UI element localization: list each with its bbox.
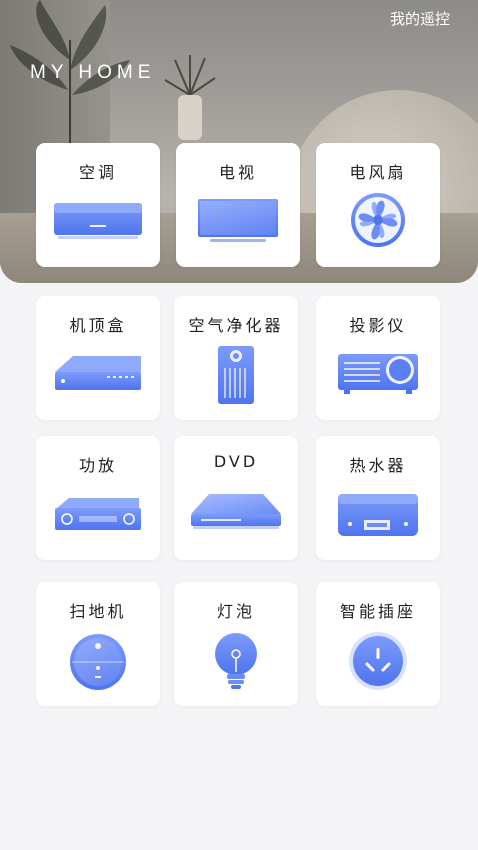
page-title: MY HOME — [30, 62, 156, 83]
device-label: 投影仪 — [349, 316, 407, 335]
device-card-fan[interactable]: 电风扇 — [316, 143, 440, 267]
air-conditioner-icon — [54, 203, 142, 239]
smart-socket-icon — [349, 632, 407, 690]
device-card-tv[interactable]: 电视 — [176, 143, 300, 267]
device-label: 灯泡 — [216, 602, 255, 621]
device-label: 电风扇 — [349, 163, 407, 182]
device-card-set-top-box[interactable]: 机顶盒 — [36, 296, 160, 420]
water-heater-icon — [338, 494, 418, 536]
device-label: 机顶盒 — [69, 316, 127, 335]
device-card-dvd[interactable]: DVD — [174, 436, 298, 560]
device-card-robot-vacuum[interactable]: 扫地机 — [36, 582, 160, 706]
projector-icon — [338, 354, 418, 394]
device-label: 空气净化器 — [188, 316, 284, 335]
tv-icon — [198, 199, 278, 242]
device-label: 功放 — [78, 456, 117, 475]
air-purifier-icon — [218, 346, 254, 404]
my-remote-link[interactable]: 我的遥控 — [390, 8, 450, 29]
light-bulb-icon — [215, 633, 257, 689]
set-top-box-icon — [55, 356, 141, 390]
device-card-air-purifier[interactable]: 空气净化器 — [174, 296, 298, 420]
robot-vacuum-icon — [70, 634, 126, 690]
device-card-air-conditioner[interactable]: 空调 — [36, 143, 160, 267]
device-card-water-heater[interactable]: 热水器 — [316, 436, 440, 560]
device-card-projector[interactable]: 投影仪 — [316, 296, 440, 420]
amplifier-icon — [55, 498, 141, 530]
device-label: 智能插座 — [339, 602, 416, 621]
fan-icon — [351, 193, 405, 247]
device-card-amplifier[interactable]: 功放 — [36, 436, 160, 560]
device-card-light-bulb[interactable]: 灯泡 — [174, 582, 298, 706]
device-card-smart-socket[interactable]: 智能插座 — [316, 582, 440, 706]
device-label: 空调 — [78, 163, 117, 182]
vase-decoration — [164, 55, 216, 140]
device-label: 热水器 — [349, 456, 407, 475]
device-label: DVD — [213, 452, 259, 471]
dvd-player-icon — [191, 494, 281, 529]
device-label: 电视 — [218, 163, 257, 182]
device-label: 扫地机 — [69, 602, 127, 621]
